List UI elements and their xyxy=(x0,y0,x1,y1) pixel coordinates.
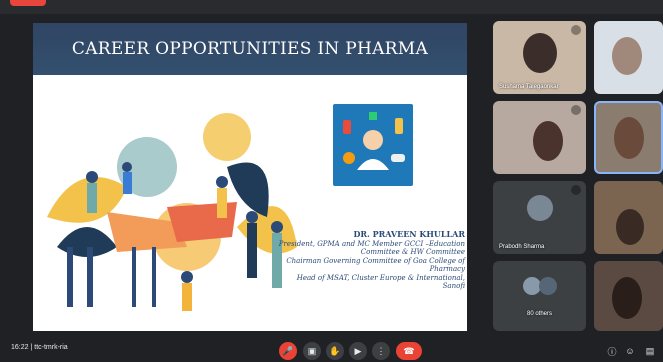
participant-tile[interactable]: Prabodh Sharma xyxy=(493,181,586,254)
speaker-title-line: Pharmacy xyxy=(429,265,465,274)
participant-avatar xyxy=(539,277,557,295)
present-icon[interactable]: ▶ xyxy=(349,342,367,360)
participant-name: Sushama Talegaonkar xyxy=(499,84,559,90)
participant-tile[interactable] xyxy=(594,101,663,174)
mic-status-icon xyxy=(571,185,581,195)
others-count: 80 others xyxy=(527,311,553,317)
meeting-time-code: 16:22 | ttc-tmrk-ria xyxy=(11,344,68,351)
slide-title: CAREER OPPORTUNITIES IN PHARMA xyxy=(71,39,429,59)
participant-video xyxy=(612,277,642,319)
participant-tile[interactable] xyxy=(594,181,663,254)
pharmacist-icon xyxy=(333,104,413,186)
end-call-icon: ☎ xyxy=(403,345,415,356)
participant-video xyxy=(523,33,557,73)
participant-video xyxy=(612,37,642,75)
participant-tile[interactable] xyxy=(493,101,586,174)
speaker-title-line: President, GPMA and MC Member GCCI –Educ… xyxy=(278,240,465,248)
presentation-slide: CAREER OPPORTUNITIES IN PHARMA DR. PRAVE… xyxy=(33,23,467,331)
participant-tile[interactable] xyxy=(594,21,663,94)
speaker-title-line: Head of MSAT, Cluster Europe & Internati… xyxy=(296,273,465,282)
participant-name: Prabodh Sharma xyxy=(499,244,545,250)
participant-video xyxy=(616,209,644,245)
participant-video xyxy=(614,117,644,159)
mic-status-icon xyxy=(571,105,581,115)
speaker-title-line: Sanofi xyxy=(442,282,465,291)
meeting-time: 16:22 xyxy=(11,344,29,351)
participant-tile[interactable] xyxy=(594,261,663,331)
speaker-info: DR. PRAVEEN KHULLAR President, GPMA and … xyxy=(247,229,465,290)
more-icon[interactable]: ⋮ xyxy=(372,342,390,360)
mic-status-icon xyxy=(571,25,581,35)
participant-tile[interactable]: Sushama Talegaonkar xyxy=(493,21,586,94)
camera-icon[interactable]: ▣ xyxy=(303,342,321,360)
hand-icon[interactable]: ✋ xyxy=(326,342,344,360)
speaker-title-line: Committee & HW Committee xyxy=(360,248,465,257)
speaker-name: DR. PRAVEEN KHULLAR xyxy=(353,229,465,239)
meeting-code: ttc-tmrk-ria xyxy=(34,344,68,351)
mic-off-icon[interactable]: 🎤 xyxy=(279,342,297,360)
speaker-title-line: Chairman Governing Committee of Goa Coll… xyxy=(286,256,465,265)
end-call-button[interactable]: ☎ xyxy=(396,342,422,360)
top-bar xyxy=(0,0,663,14)
participant-video xyxy=(533,121,563,161)
chat-icon[interactable]: ▤ xyxy=(644,344,656,358)
others-tile[interactable]: 80 others xyxy=(493,261,586,331)
info-icon[interactable]: ⓘ xyxy=(606,344,618,358)
participant-avatar xyxy=(527,195,553,221)
recording-indicator xyxy=(10,0,46,6)
people-icon[interactable]: ☺ xyxy=(624,344,636,358)
